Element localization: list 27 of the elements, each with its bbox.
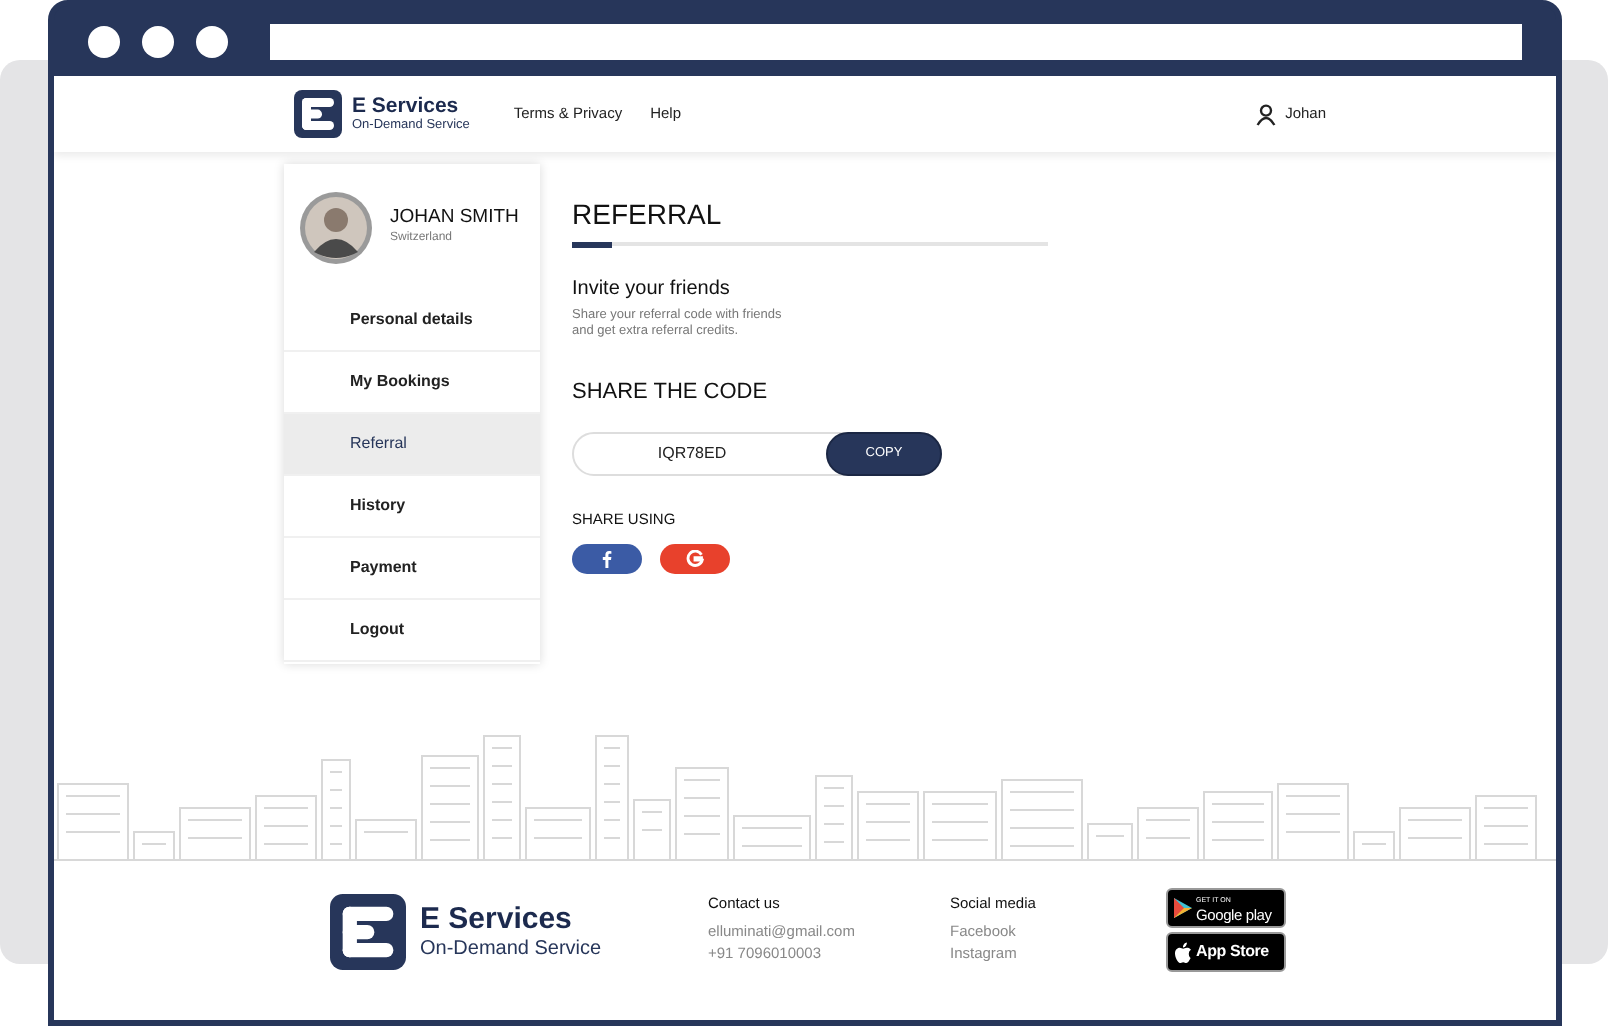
logo-icon [294,90,342,138]
sidebar-item[interactable]: Payment [284,538,540,600]
user-icon[interactable] [1255,103,1276,125]
sidebar-item[interactable]: Personal details [284,290,540,352]
play-icon [1174,898,1192,918]
invite-title: Invite your friends [572,275,732,303]
apple-icon [1174,941,1192,963]
sidebar-item[interactable]: History [284,476,540,538]
brand-name: E Services [352,94,461,118]
brand-name: E Services [420,902,574,936]
badge-store-name: App Store [1196,940,1269,964]
avatar [300,191,372,263]
sidebar-item[interactable]: Logout [284,600,540,662]
google-share-button[interactable] [660,544,730,575]
google-icon [686,550,704,569]
app-store-badge[interactable]: App Store [1166,932,1286,972]
profile-name: JOHAN SMITH [390,206,519,230]
section-heading: SHARE THE CODE [572,377,770,407]
address-bar[interactable] [269,23,1522,59]
sidebar-item[interactable]: My Bookings [284,352,540,414]
facebook-icon [602,550,612,569]
logo-icon [330,894,406,970]
referral-code: IQR78ED [655,442,729,466]
sidebar-item[interactable]: Referral [284,414,540,476]
page-title: REFERRAL [572,196,724,232]
brand-tagline: On-Demand Service [420,936,602,962]
facebook-share-button[interactable] [572,544,642,575]
